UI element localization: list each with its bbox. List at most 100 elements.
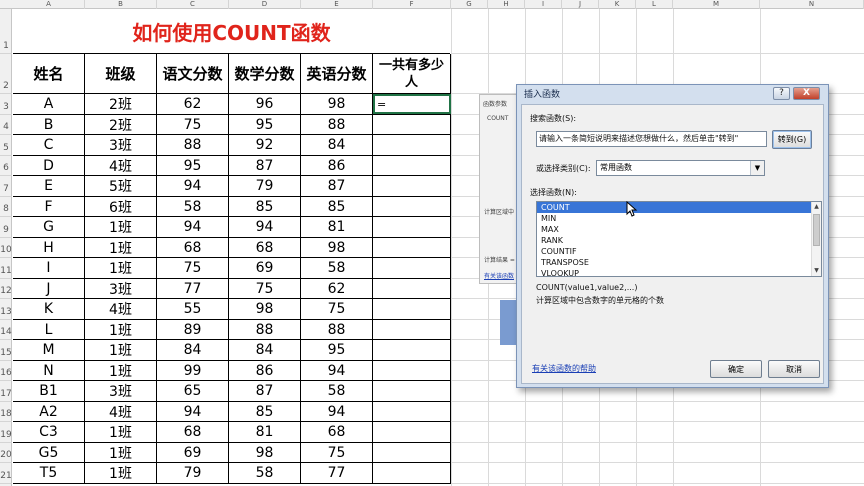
row-header[interactable]: 1 — [0, 9, 12, 54]
table-cell[interactable]: 4班 — [85, 402, 157, 422]
table-cell[interactable]: 4班 — [85, 156, 157, 176]
table-cell[interactable]: 1班 — [85, 361, 157, 381]
table-cell[interactable]: 68 — [157, 238, 229, 258]
table-cell[interactable]: 3班 — [85, 135, 157, 156]
row-header[interactable]: 11 — [0, 258, 12, 279]
table-cell[interactable]: 62 — [157, 94, 229, 115]
empty-cell[interactable] — [373, 115, 451, 135]
table-cell[interactable]: H — [13, 238, 85, 258]
table-cell[interactable]: 87 — [229, 381, 301, 402]
scroll-thumb[interactable] — [813, 214, 820, 246]
row-header[interactable]: 16 — [0, 361, 12, 381]
table-cell[interactable]: 1班 — [85, 422, 157, 443]
table-cell[interactable]: 85 — [229, 402, 301, 422]
table-cell[interactable]: G5 — [13, 443, 85, 463]
table-cell[interactable]: 69 — [157, 443, 229, 463]
table-cell[interactable]: 75 — [157, 115, 229, 135]
table-cell[interactable]: 77 — [301, 463, 373, 484]
table-cell[interactable]: 81 — [229, 422, 301, 443]
table-cell[interactable]: T5 — [13, 463, 85, 484]
table-cell[interactable]: I — [13, 258, 85, 279]
row-header[interactable]: 17 — [0, 381, 12, 402]
table-cell[interactable]: 2班 — [85, 115, 157, 135]
table-cell[interactable]: 75 — [301, 299, 373, 320]
row-header[interactable]: 3 — [0, 94, 12, 115]
column-header[interactable]: B — [85, 0, 157, 9]
table-cell[interactable]: 1班 — [85, 258, 157, 279]
row-header[interactable]: 4 — [0, 115, 12, 135]
table-cell[interactable]: 84 — [157, 340, 229, 361]
table-cell[interactable]: 75 — [157, 258, 229, 279]
column-header[interactable]: E — [301, 0, 373, 9]
table-cell[interactable]: 77 — [157, 279, 229, 299]
table-cell[interactable]: E — [13, 176, 85, 197]
empty-cell[interactable] — [373, 463, 451, 484]
table-cell[interactable]: 68 — [301, 422, 373, 443]
function-list-item[interactable]: COUNTIF — [537, 246, 821, 257]
table-cell[interactable]: 88 — [229, 320, 301, 340]
table-cell[interactable]: 3班 — [85, 279, 157, 299]
column-header[interactable]: F — [373, 0, 451, 9]
ok-button[interactable]: 确定 — [710, 360, 762, 378]
table-cell[interactable]: 88 — [301, 115, 373, 135]
table-cell[interactable]: 5班 — [85, 176, 157, 197]
row-header[interactable]: 10 — [0, 238, 12, 258]
row-header[interactable]: 8 — [0, 197, 12, 217]
column-header[interactable]: K — [599, 0, 636, 9]
table-cell[interactable]: 1班 — [85, 463, 157, 484]
table-cell[interactable]: 96 — [229, 94, 301, 115]
column-header[interactable]: A — [13, 0, 85, 9]
table-cell[interactable]: 79 — [157, 463, 229, 484]
column-header[interactable]: M — [673, 0, 760, 9]
header-cell[interactable]: 数学分数 — [229, 54, 301, 94]
table-cell[interactable]: 95 — [157, 156, 229, 176]
header-cell[interactable]: 一共有多少人 — [373, 54, 451, 94]
empty-cell[interactable] — [373, 340, 451, 361]
table-cell[interactable]: 81 — [301, 217, 373, 238]
function-list-item[interactable]: TRANSPOSE — [537, 257, 821, 268]
table-cell[interactable]: C — [13, 135, 85, 156]
empty-cell[interactable] — [373, 422, 451, 443]
empty-cell[interactable] — [373, 279, 451, 299]
table-cell[interactable]: 89 — [157, 320, 229, 340]
table-cell[interactable]: 85 — [301, 197, 373, 217]
table-cell[interactable]: K — [13, 299, 85, 320]
table-cell[interactable]: M — [13, 340, 85, 361]
table-cell[interactable]: 58 — [301, 258, 373, 279]
table-cell[interactable]: 86 — [301, 156, 373, 176]
table-cell[interactable]: 79 — [229, 176, 301, 197]
chevron-down-icon[interactable]: ▼ — [750, 161, 764, 175]
empty-cell[interactable] — [373, 135, 451, 156]
dialog-close-button[interactable]: X — [793, 87, 820, 100]
column-header[interactable]: L — [636, 0, 673, 9]
table-cell[interactable]: 68 — [229, 238, 301, 258]
table-cell[interactable]: 87 — [301, 176, 373, 197]
function-list-item[interactable]: MIN — [537, 213, 821, 224]
header-cell[interactable]: 班级 — [85, 54, 157, 94]
table-cell[interactable]: 1班 — [85, 217, 157, 238]
function-arguments-help-link[interactable]: 有关该函数 — [484, 271, 514, 280]
function-help-link[interactable]: 有关该函数的帮助 — [532, 363, 596, 374]
table-cell[interactable]: 58 — [301, 381, 373, 402]
table-cell[interactable]: 94 — [157, 402, 229, 422]
row-header[interactable]: 15 — [0, 340, 12, 361]
table-cell[interactable]: 69 — [229, 258, 301, 279]
function-list-item[interactable]: VLOOKUP — [537, 268, 821, 276]
table-cell[interactable]: 62 — [301, 279, 373, 299]
row-header[interactable]: 14 — [0, 320, 12, 340]
table-cell[interactable]: 1班 — [85, 320, 157, 340]
active-cell-f3[interactable]: = — [373, 94, 451, 114]
row-header[interactable]: 6 — [0, 156, 12, 176]
header-cell[interactable]: 姓名 — [13, 54, 85, 94]
table-cell[interactable]: 98 — [301, 94, 373, 115]
column-header[interactable]: I — [525, 0, 562, 9]
table-cell[interactable]: 68 — [157, 422, 229, 443]
scroll-up-icon[interactable]: ▲ — [812, 202, 821, 212]
function-list-scrollbar[interactable]: ▲ ▼ — [811, 202, 821, 276]
row-header[interactable]: 7 — [0, 176, 12, 197]
table-cell[interactable]: 85 — [229, 197, 301, 217]
empty-cell[interactable] — [373, 197, 451, 217]
table-cell[interactable]: 87 — [229, 156, 301, 176]
table-cell[interactable]: 4班 — [85, 299, 157, 320]
sheet-title-cell[interactable]: 如何使用COUNT函数 — [13, 9, 450, 54]
